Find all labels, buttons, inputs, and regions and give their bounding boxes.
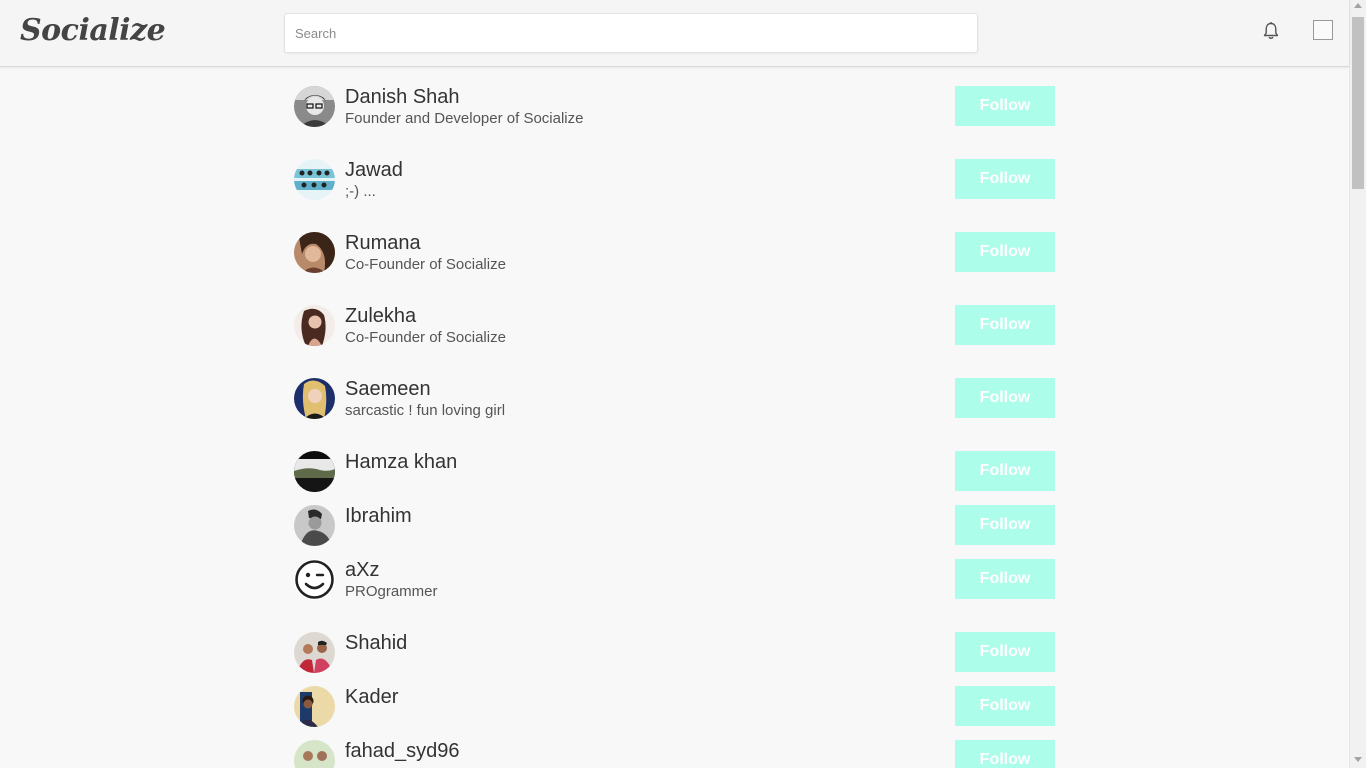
avatar[interactable] [294, 86, 335, 127]
avatar[interactable] [294, 632, 335, 673]
wink-emoji-icon[interactable] [294, 559, 335, 600]
avatar[interactable] [294, 505, 335, 546]
follow-button[interactable]: Follow [955, 305, 1055, 345]
scroll-up-arrow-icon[interactable] [1354, 3, 1362, 8]
user-name[interactable]: aXz [345, 559, 379, 582]
avatar[interactable] [294, 686, 335, 727]
user-bio: sarcastic ! fun loving girl [345, 402, 506, 419]
scrollbar-thumb[interactable] [1352, 17, 1364, 189]
scroll-down-arrow-icon[interactable] [1354, 757, 1362, 762]
follow-button[interactable]: Follow [955, 505, 1055, 545]
search-input[interactable] [284, 13, 978, 53]
user-bio: Co-Founder of Socialize [345, 256, 506, 273]
follow-button[interactable]: Follow [955, 86, 1055, 126]
user-list: Danish Shah Founder and Developer of Soc… [0, 67, 1349, 768]
user-name[interactable]: Saemeen [345, 378, 431, 401]
user-bio: ;-) ... [345, 183, 376, 200]
follow-button[interactable]: Follow [955, 632, 1055, 672]
user-bio: Co-Founder of Socialize [345, 329, 506, 346]
follow-button[interactable]: Follow [955, 559, 1055, 599]
follow-button[interactable]: Follow [955, 378, 1055, 418]
user-name[interactable]: Rumana [345, 232, 421, 255]
avatar[interactable] [294, 305, 335, 346]
profile-image-placeholder[interactable] [1313, 20, 1333, 40]
user-bio: PROgrammer [345, 583, 438, 600]
user-name[interactable]: Jawad [345, 159, 403, 182]
avatar[interactable] [294, 232, 335, 273]
follow-button[interactable]: Follow [955, 451, 1055, 491]
user-name[interactable]: fahad_syd96 [345, 740, 460, 763]
user-name[interactable]: Kader [345, 686, 398, 709]
user-name[interactable]: Zulekha [345, 305, 416, 328]
follow-button[interactable]: Follow [955, 740, 1055, 768]
avatar[interactable] [294, 159, 335, 200]
vertical-scrollbar[interactable] [1349, 0, 1366, 768]
user-name[interactable]: Ibrahim [345, 505, 412, 528]
follow-button[interactable]: Follow [955, 159, 1055, 199]
avatar[interactable] [294, 740, 335, 768]
app-logo[interactable]: Socialize [20, 13, 166, 48]
avatar[interactable] [294, 378, 335, 419]
user-name[interactable]: Danish Shah [345, 86, 460, 109]
bell-icon[interactable] [1260, 20, 1282, 42]
user-name[interactable]: Hamza khan [345, 451, 457, 474]
follow-button[interactable]: Follow [955, 686, 1055, 726]
page: Socialize Danish Shah Founder and Develo… [0, 0, 1366, 768]
user-name[interactable]: Shahid [345, 632, 407, 655]
user-bio: Founder and Developer of Socialize [345, 110, 584, 127]
top-navbar: Socialize [0, 0, 1349, 67]
avatar[interactable] [294, 451, 335, 492]
follow-button[interactable]: Follow [955, 232, 1055, 272]
